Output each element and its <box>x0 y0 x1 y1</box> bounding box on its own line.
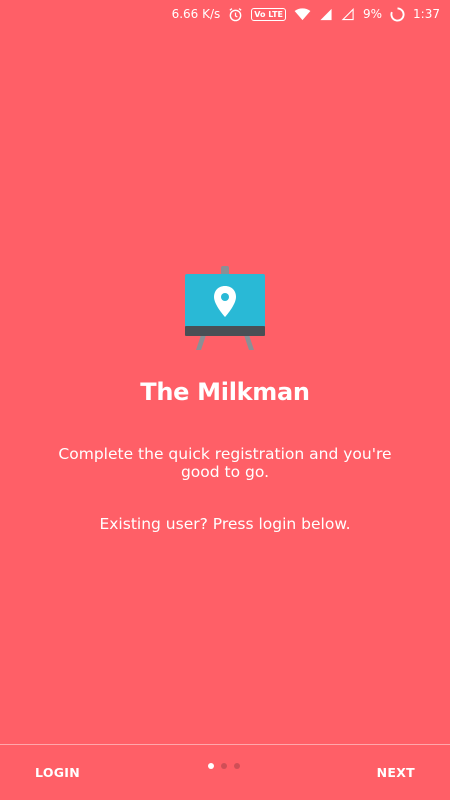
page-dot-2[interactable] <box>221 763 227 769</box>
map-pin-board-icon <box>184 266 266 352</box>
registration-description: Complete the quick registration and you'… <box>58 445 392 481</box>
app-title: The Milkman <box>140 378 310 406</box>
existing-user-hint: Existing user? Press login below. <box>99 515 351 533</box>
login-button[interactable]: LOGIN <box>33 761 82 784</box>
page-dot-3[interactable] <box>234 763 240 769</box>
page-dot-1[interactable] <box>208 763 214 769</box>
bottom-navigation: LOGIN NEXT <box>0 745 450 800</box>
onboarding-page: The Milkman Complete the quick registrat… <box>0 0 450 744</box>
page-indicator <box>208 763 240 769</box>
next-button[interactable]: NEXT <box>375 761 417 784</box>
